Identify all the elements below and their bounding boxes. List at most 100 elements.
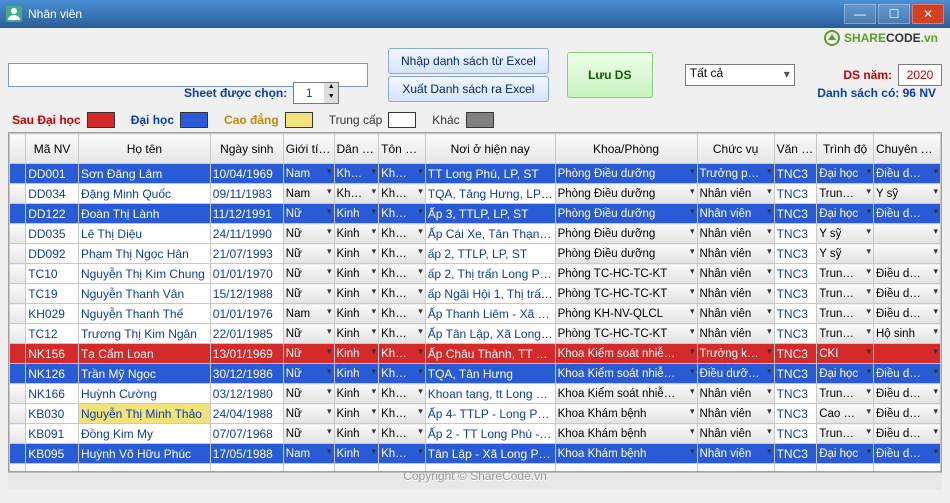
cell-ma[interactable]: KH029 xyxy=(26,304,79,324)
cell-vanhoa[interactable]: TNC3 xyxy=(774,284,817,304)
cell-ngaysinh[interactable]: 11/12/1991 xyxy=(210,204,283,224)
cell-gioitinh[interactable]: Nữ xyxy=(283,344,334,364)
row-header[interactable] xyxy=(10,384,26,404)
spin-up-icon[interactable]: ▲ xyxy=(324,83,338,93)
save-ds-button[interactable]: Lưu DS xyxy=(567,52,653,98)
year-input[interactable] xyxy=(898,64,942,86)
cell-noi[interactable]: Ấp Tân Lập, Xã Long… xyxy=(425,324,555,344)
cell-trinhdo[interactable]: Đại học xyxy=(817,364,874,384)
cell-gioitinh[interactable]: Nam xyxy=(283,184,334,204)
cell-khoaphong[interactable]: Khoa Khám bệnh xyxy=(555,424,697,444)
cell-vanhoa[interactable]: TNC3 xyxy=(774,364,817,384)
cell-chucvu[interactable]: Nhân viên xyxy=(697,204,774,224)
table-row[interactable]: TC10Nguyễn Thị Kim Chung01/01/1970NữKinh… xyxy=(10,264,941,284)
table-row[interactable]: DD092Phạm Thị Ngọc Hân21/07/1993NữKinhKh… xyxy=(10,244,941,264)
cell-dantoc[interactable]: Kinh xyxy=(334,264,379,284)
cell-ngaysinh[interactable]: 09/11/1983 xyxy=(210,184,283,204)
cell-chuyenmon[interactable]: Hộ sinh xyxy=(873,324,940,344)
cell-chucvu[interactable]: Nhân viên xyxy=(697,384,774,404)
cell-gioitinh[interactable]: Nữ xyxy=(283,264,334,284)
table-row[interactable]: KH029Nguyễn Thanh Thế01/01/1976NamKinhKh… xyxy=(10,304,941,324)
cell-gioitinh[interactable]: Nam xyxy=(283,444,334,464)
close-button[interactable]: ✕ xyxy=(912,4,944,24)
cell-hoten[interactable]: Huỳnh Võ Hữu Phúc xyxy=(78,444,210,464)
column-header[interactable]: Trình độ xyxy=(817,134,874,164)
cell-hoten[interactable]: Tạ Cẩm Loan xyxy=(78,344,210,364)
cell-ngaysinh[interactable]: 21/07/1993 xyxy=(210,244,283,264)
cell-dantoc[interactable]: Kh… xyxy=(334,184,379,204)
cell-vanhoa[interactable]: TNC3 xyxy=(774,244,817,264)
cell-hoten[interactable]: Đặng Minh Quốc xyxy=(78,184,210,204)
cell-vanhoa[interactable]: TNC3 xyxy=(774,444,817,464)
cell-trinhdo[interactable]: Trung… xyxy=(817,184,874,204)
row-header[interactable] xyxy=(10,424,26,444)
cell-tongiao[interactable]: Không xyxy=(379,224,426,244)
column-header[interactable]: Tôn giáo xyxy=(379,134,426,164)
cell-ma[interactable]: TC12 xyxy=(26,324,79,344)
table-row[interactable]: DD035Lê Thị Diệu24/11/1990NữKinhKhôngẤp … xyxy=(10,224,941,244)
row-header[interactable] xyxy=(10,244,26,264)
cell-noi[interactable]: TQA, Tăng Hưng, LP… xyxy=(425,184,555,204)
cell-dantoc[interactable]: Kinh xyxy=(334,224,379,244)
cell-dantoc[interactable]: Kinh xyxy=(334,284,379,304)
minimize-button[interactable]: — xyxy=(844,4,876,24)
cell-gioitinh[interactable]: Nữ xyxy=(283,224,334,244)
cell-noi[interactable]: ấp 2, TTLP, LP, ST xyxy=(425,244,555,264)
cell-chuyenmon[interactable] xyxy=(873,344,940,364)
cell-chuyenmon[interactable]: Y sỹ xyxy=(873,184,940,204)
cell-ngaysinh[interactable]: 03/12/1980 xyxy=(210,384,283,404)
cell-ngaysinh[interactable]: 01/01/1976 xyxy=(210,304,283,324)
cell-khoaphong[interactable]: Phòng TC-HC-TC-KT xyxy=(555,284,697,304)
cell-khoaphong[interactable]: Phòng KH-NV-QLCL xyxy=(555,304,697,324)
import-excel-button[interactable]: Nhập danh sách từ Excel xyxy=(388,48,549,74)
cell-chucvu[interactable]: Trưởng khoa xyxy=(697,344,774,364)
cell-gioitinh[interactable]: Nữ xyxy=(283,364,334,384)
cell-hoten[interactable]: Nguyễn Thị Kim Chung xyxy=(78,264,210,284)
cell-noi[interactable]: Ấp Châu Thành, TT L… xyxy=(425,344,555,364)
cell-tongiao[interactable]: Không xyxy=(379,444,426,464)
cell-dantoc[interactable]: Kinh xyxy=(334,444,379,464)
column-header[interactable]: Ngày sinh xyxy=(210,134,283,164)
column-header[interactable]: Chuyên m… xyxy=(873,134,940,164)
cell-chuyenmon[interactable]: Điều dưỡ… xyxy=(873,404,940,424)
cell-noi[interactable]: Ấp 2 - TT Long Phú -… xyxy=(425,424,555,444)
cell-ngaysinh[interactable]: 30/12/1986 xyxy=(210,364,283,384)
cell-chuyenmon[interactable]: Điều dưỡ… xyxy=(873,264,940,284)
cell-dantoc[interactable]: Kh… xyxy=(334,164,379,184)
cell-khoaphong[interactable]: Khoa Khám bệnh xyxy=(555,404,697,424)
cell-chucvu[interactable]: Điều dưỡn… xyxy=(697,364,774,384)
cell-trinhdo[interactable]: Y sỹ xyxy=(817,244,874,264)
cell-vanhoa[interactable]: TNC3 xyxy=(774,264,817,284)
cell-ngaysinh[interactable]: 13/01/1969 xyxy=(210,344,283,364)
cell-ngaysinh[interactable]: 22/01/1985 xyxy=(210,324,283,344)
cell-ngaysinh[interactable]: 07/07/1968 xyxy=(210,424,283,444)
cell-ma[interactable]: DD092 xyxy=(26,244,79,264)
cell-gioitinh[interactable]: Nam xyxy=(283,304,334,324)
row-header[interactable] xyxy=(10,364,26,384)
employee-grid[interactable]: Mã NVHọ tênNgày sinhGiới tínhDân tộcTôn … xyxy=(8,132,942,472)
cell-chuyenmon[interactable]: Điều dưỡ… xyxy=(873,364,940,384)
table-row[interactable]: DD122Đoàn Thị Lành11/12/1991NữKinhKhôngẤ… xyxy=(10,204,941,224)
cell-gioitinh[interactable]: Nữ xyxy=(283,324,334,344)
row-header[interactable] xyxy=(10,164,26,184)
cell-ma[interactable]: NK166 xyxy=(26,384,79,404)
cell-chuyenmon[interactable]: Điều dưỡ… xyxy=(873,164,940,184)
cell-vanhoa[interactable]: TNC3 xyxy=(774,184,817,204)
row-header[interactable] xyxy=(10,304,26,324)
cell-vanhoa[interactable]: TNC3 xyxy=(774,424,817,444)
cell-trinhdo[interactable]: Trung… xyxy=(817,384,874,404)
cell-ngaysinh[interactable]: 10/04/1969 xyxy=(210,164,283,184)
cell-ma[interactable]: DD035 xyxy=(26,224,79,244)
table-row[interactable]: KB030Nguyễn Thị Minh Thảo24/04/1988NữKin… xyxy=(10,404,941,424)
cell-chuyenmon[interactable] xyxy=(873,244,940,264)
cell-ma[interactable]: NK156 xyxy=(26,344,79,364)
cell-tongiao[interactable]: Không xyxy=(379,204,426,224)
table-row[interactable]: DD001Sơn Đăng Lâm10/04/1969NamKh…KhôngTT… xyxy=(10,164,941,184)
cell-dantoc[interactable]: Kinh xyxy=(334,324,379,344)
cell-noi[interactable]: ấp Ngãi Hội 1, Thị trấ… xyxy=(425,284,555,304)
cell-dantoc[interactable]: Kinh xyxy=(334,364,379,384)
maximize-button[interactable]: ☐ xyxy=(878,4,910,24)
cell-tongiao[interactable]: Không xyxy=(379,364,426,384)
cell-ma[interactable]: DD034 xyxy=(26,184,79,204)
cell-noi[interactable]: TT Long Phú, LP, ST xyxy=(425,164,555,184)
